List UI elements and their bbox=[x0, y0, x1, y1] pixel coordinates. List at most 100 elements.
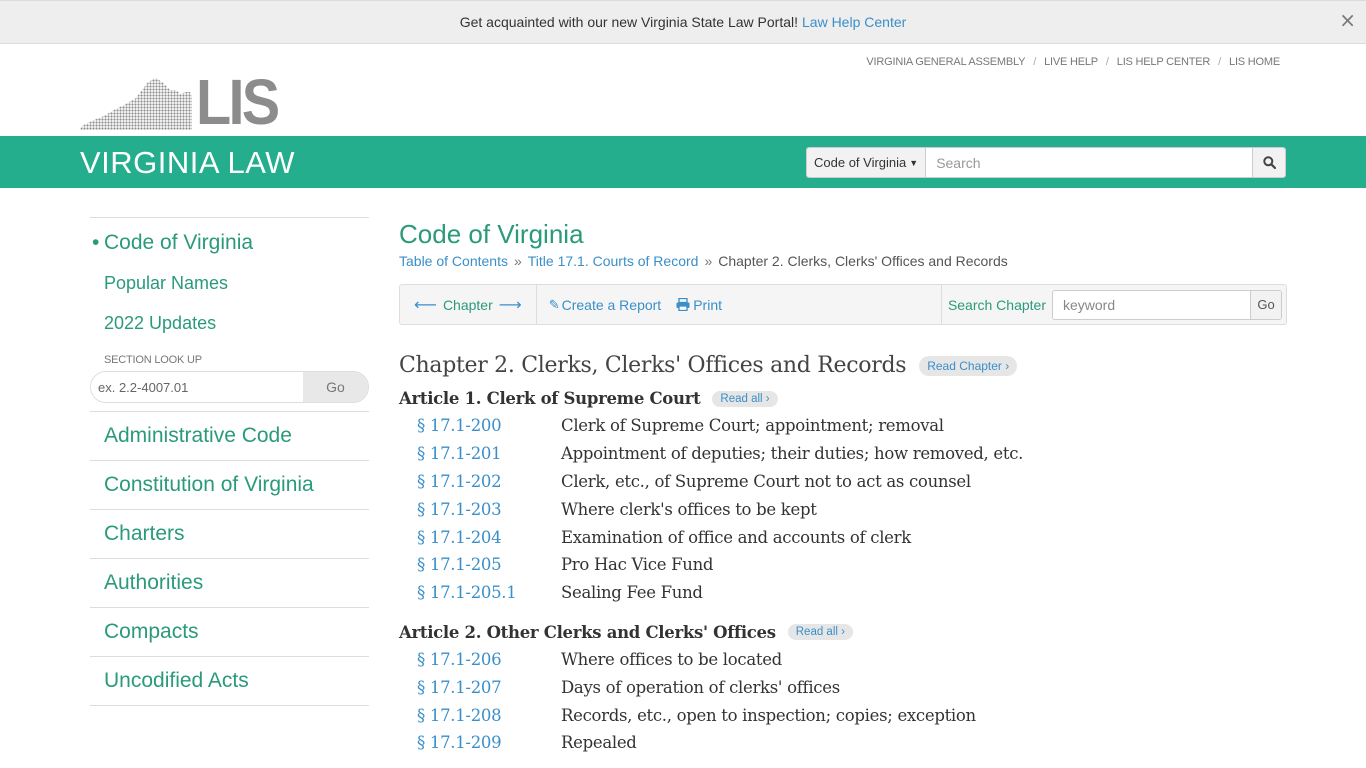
section-lookup-input[interactable] bbox=[91, 372, 303, 402]
lis-logo[interactable]: LIS bbox=[80, 70, 282, 134]
active-bullet-icon: • bbox=[92, 231, 100, 254]
section-link[interactable]: § 17.1-205.1 bbox=[399, 583, 561, 602]
section-link[interactable]: § 17.1-207 bbox=[399, 678, 561, 697]
section-row: § 17.1-209 Repealed bbox=[399, 729, 1287, 757]
sidebar: • Code of Virginia Popular Names 2022 Up… bbox=[90, 217, 369, 706]
sidebar-item-administrative-code[interactable]: Administrative Code bbox=[90, 412, 369, 461]
breadcrumb-separator: » bbox=[513, 253, 522, 269]
section-title: Appointment of deputies; their duties; h… bbox=[561, 444, 1024, 464]
sidebar-item-constitution[interactable]: Constitution of Virginia bbox=[90, 461, 369, 510]
main-content: Code of Virginia Table of Contents » Title… bbox=[399, 217, 1287, 757]
read-all-button[interactable]: Read all › bbox=[712, 390, 778, 407]
sidebar-item-code-of-virginia[interactable]: • Code of Virginia bbox=[90, 230, 369, 271]
read-chapter-button[interactable]: Read Chapter › bbox=[919, 355, 1018, 376]
previous-chapter-arrow-icon[interactable]: ⟵ bbox=[414, 295, 437, 314]
section-row: § 17.1-205.1 Sealing Fee Fund bbox=[399, 579, 1287, 607]
section-list: § 17.1-206 Where offices to be located § … bbox=[399, 646, 1287, 757]
section-title: Where offices to be located bbox=[561, 649, 782, 669]
section-row: § 17.1-200 Clerk of Supreme Court; appoin… bbox=[399, 412, 1287, 440]
article-heading: Article 1. Clerk of Supreme Court Read a… bbox=[399, 389, 1287, 408]
top-link-lis-home[interactable]: LIS HOME bbox=[1229, 56, 1280, 68]
section-title: Examination of office and accounts of cl… bbox=[561, 527, 911, 547]
section-link[interactable]: § 17.1-200 bbox=[399, 416, 561, 435]
breadcrumb-title-17-1[interactable]: Title 17.1. Courts of Record bbox=[528, 253, 699, 269]
search-input[interactable] bbox=[926, 148, 1252, 177]
search-scope-label: Code of Virginia bbox=[814, 155, 907, 170]
section-row: § 17.1-203 Where clerk's offices to be ke… bbox=[399, 495, 1287, 523]
sidebar-item-2022-updates[interactable]: 2022 Updates bbox=[90, 311, 369, 351]
section-link[interactable]: § 17.1-208 bbox=[399, 706, 561, 725]
caret-down-icon: ▼ bbox=[909, 157, 919, 168]
section-row: § 17.1-206 Where offices to be located bbox=[399, 646, 1287, 674]
section-row: § 17.1-202 Clerk, etc., of Supreme Court … bbox=[399, 468, 1287, 496]
search-chapter-input[interactable] bbox=[1053, 290, 1250, 319]
search-chapter-label: Search Chapter bbox=[947, 296, 1046, 313]
sidebar-item-uncodified-acts[interactable]: Uncodified Acts bbox=[90, 657, 369, 706]
chapter-navigation: ⟵ Chapter ⟶ bbox=[400, 285, 537, 324]
top-link-lis-help-center[interactable]: LIS HELP CENTER bbox=[1117, 56, 1211, 68]
create-report-button[interactable]: ✎ Create a Report bbox=[549, 297, 662, 313]
section-link[interactable]: § 17.1-201 bbox=[399, 444, 561, 463]
banner-link-law-help-center[interactable]: Law Help Center bbox=[802, 14, 906, 30]
banner-text: Get acquainted with our new Virginia Sta… bbox=[459, 14, 798, 30]
section-title: Clerk of Supreme Court; appointment; rem… bbox=[561, 416, 944, 436]
section-title: Clerk, etc., of Supreme Court not to act… bbox=[561, 471, 971, 491]
print-button[interactable]: Print bbox=[676, 297, 722, 313]
site-header-bar: VIRGINIA LAW Code of Virginia ▼ bbox=[0, 136, 1366, 188]
section-link[interactable]: § 17.1-206 bbox=[399, 650, 561, 669]
section-row: § 17.1-205 Pro Hac Vice Fund bbox=[399, 551, 1287, 579]
sidebar-item-compacts[interactable]: Compacts bbox=[90, 608, 369, 657]
section-link[interactable]: § 17.1-202 bbox=[399, 472, 561, 491]
announcement-banner: Get acquainted with our new Virginia Sta… bbox=[0, 0, 1366, 44]
create-report-label: Create a Report bbox=[561, 296, 662, 313]
read-all-button[interactable]: Read all › bbox=[787, 624, 853, 641]
breadcrumb-current: Chapter 2. Clerks, Clerks' Offices and R… bbox=[718, 253, 1008, 269]
sidebar-law-list: Administrative Code Constitution of Virg… bbox=[90, 411, 369, 706]
next-chapter-arrow-icon[interactable]: ⟶ bbox=[499, 295, 522, 314]
section-link[interactable]: § 17.1-209 bbox=[399, 733, 561, 752]
site-title[interactable]: VIRGINIA LAW bbox=[80, 145, 295, 181]
search-icon bbox=[1262, 156, 1276, 169]
section-title: Days of operation of clerks' offices bbox=[561, 677, 840, 697]
section-lookup: Go bbox=[90, 371, 369, 403]
paperclip-icon: ✎ bbox=[548, 296, 560, 312]
site-search: Code of Virginia ▼ bbox=[806, 147, 1286, 178]
article-title: Article 1. Clerk of Supreme Court bbox=[399, 389, 701, 408]
section-lookup-go-button[interactable]: Go bbox=[303, 372, 368, 402]
section-link[interactable]: § 17.1-204 bbox=[399, 528, 561, 547]
section-row: § 17.1-207 Days of operation of clerks' o… bbox=[399, 673, 1287, 701]
close-icon[interactable]: × bbox=[1339, 8, 1356, 32]
sidebar-item-popular-names[interactable]: Popular Names bbox=[90, 271, 369, 311]
logo-text: LIS bbox=[196, 66, 280, 138]
separator: / bbox=[1105, 56, 1109, 68]
top-link-live-help[interactable]: LIVE HELP bbox=[1044, 56, 1098, 68]
section-title: Repealed bbox=[561, 733, 637, 753]
section-row: § 17.1-208 Records, etc., open to inspect… bbox=[399, 701, 1287, 729]
print-label: Print bbox=[693, 296, 722, 313]
separator: / bbox=[1033, 56, 1037, 68]
chapter-nav-label[interactable]: Chapter bbox=[443, 297, 493, 313]
section-title: Pro Hac Vice Fund bbox=[561, 555, 714, 575]
top-link-general-assembly[interactable]: VIRGINIA GENERAL ASSEMBLY bbox=[866, 56, 1025, 68]
chapter-toolbar: ⟵ Chapter ⟶ ✎ Create a Report Print Sear… bbox=[399, 284, 1287, 325]
search-chapter-go-button[interactable]: Go bbox=[1250, 290, 1281, 319]
section-link[interactable]: § 17.1-203 bbox=[399, 500, 561, 519]
print-icon bbox=[676, 298, 690, 311]
breadcrumb: Table of Contents » Title 17.1. Courts of … bbox=[399, 253, 1287, 269]
section-title: Records, etc., open to inspection; copie… bbox=[561, 705, 976, 725]
breadcrumb-separator: » bbox=[704, 253, 713, 269]
section-row: § 17.1-201 Appointment of deputies; their… bbox=[399, 440, 1287, 468]
separator: / bbox=[1218, 56, 1222, 68]
article-title: Article 2. Other Clerks and Clerks' Offi… bbox=[399, 622, 776, 642]
sidebar-item-charters[interactable]: Charters bbox=[90, 510, 369, 559]
search-scope-dropdown[interactable]: Code of Virginia ▼ bbox=[807, 148, 927, 177]
sidebar-item-label: Code of Virginia bbox=[104, 231, 254, 254]
sidebar-item-authorities[interactable]: Authorities bbox=[90, 559, 369, 608]
breadcrumb-table-of-contents[interactable]: Table of Contents bbox=[399, 253, 508, 269]
section-list: § 17.1-200 Clerk of Supreme Court; appoin… bbox=[399, 412, 1287, 607]
search-button[interactable] bbox=[1252, 148, 1285, 177]
section-title: Where clerk's offices to be kept bbox=[561, 499, 817, 519]
top-nav-links: VIRGINIA GENERAL ASSEMBLY / LIVE HELP / LIS … bbox=[866, 56, 1280, 68]
chapter-heading: Chapter 2. Clerks, Clerks' Offices and R… bbox=[399, 353, 1287, 378]
section-link[interactable]: § 17.1-205 bbox=[399, 555, 561, 574]
